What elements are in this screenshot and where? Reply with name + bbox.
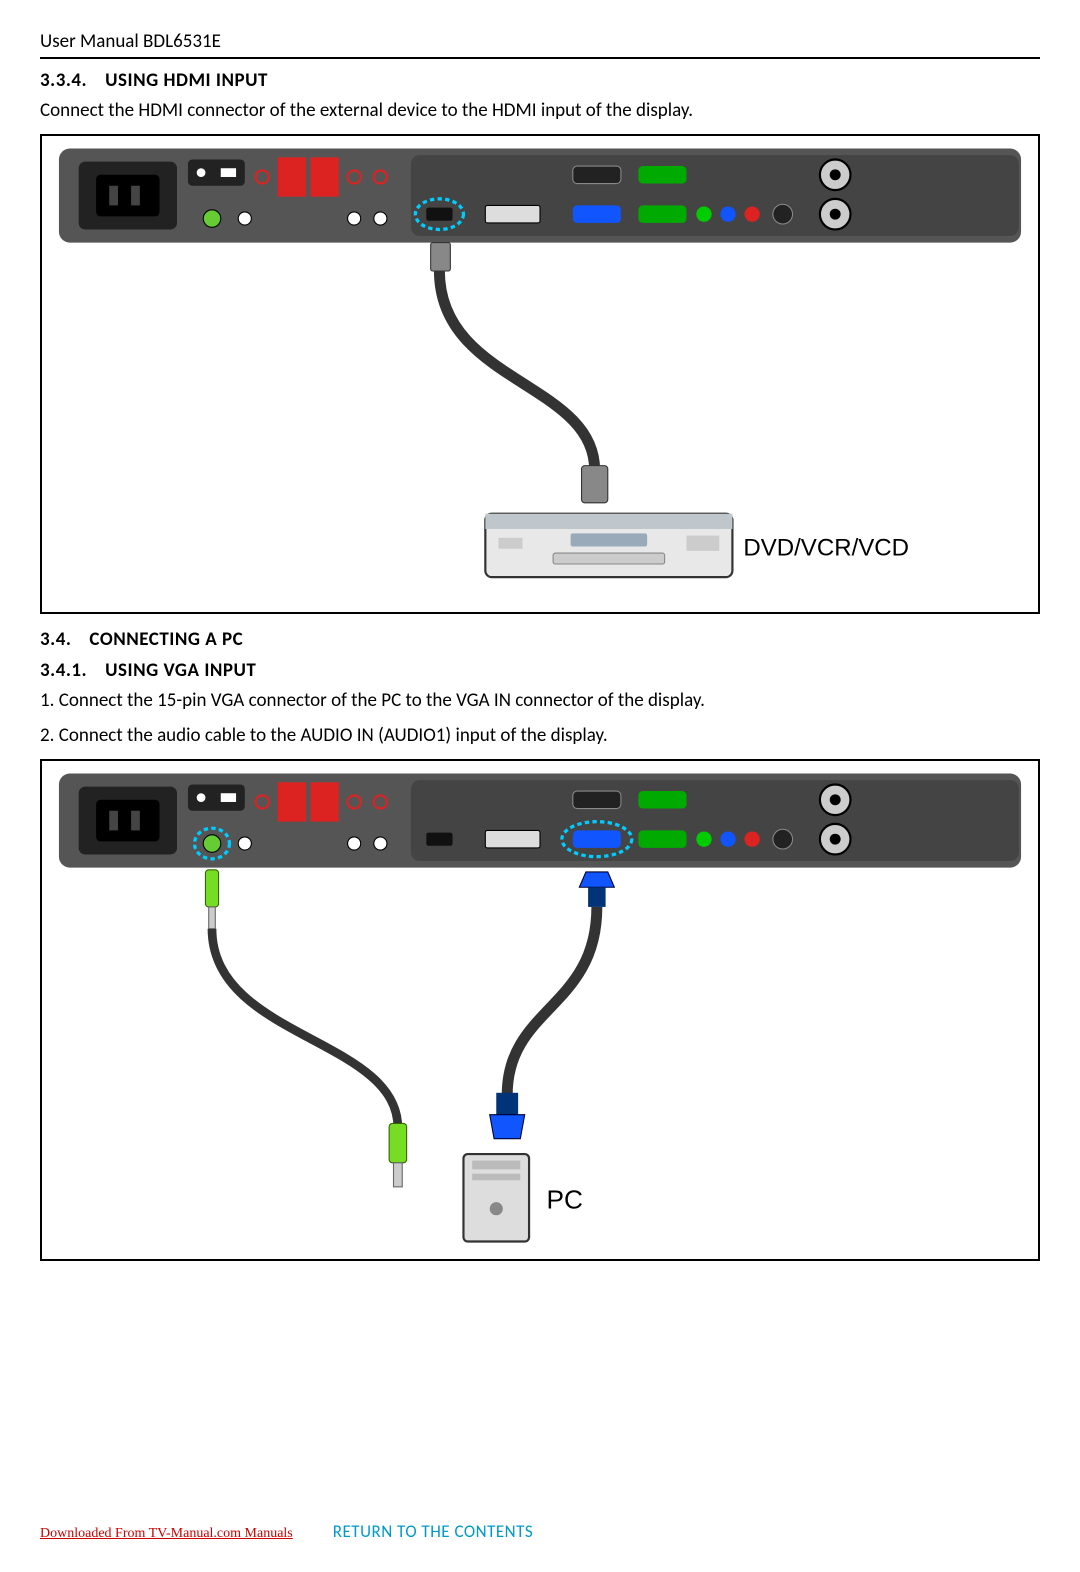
page-header: User Manual BDL6531E [40,30,1040,59]
heading-title: USING VGA INPUT [105,659,256,682]
heading-hdmi: 3.3.4. USING HDMI INPUT [40,69,1040,92]
download-source-link[interactable]: Downloaded From TV-Manual.com Manuals [40,1526,293,1542]
heading-title: CONNECTING A PC [89,628,243,651]
device-label-dvd: DVD/VCR/VCD [743,534,909,561]
heading-number: 3.4. [40,628,71,651]
hdmi-connection-svg: DVD/VCR/VCD [48,142,1032,601]
device-label-pc: PC [547,1185,583,1215]
step-1: 1. Connect the 15-pin VGA connector of t… [40,688,1040,714]
paragraph-hdmi: Connect the HDMI connector of the extern… [40,98,1040,124]
page-footer: Downloaded From TV-Manual.com Manuals RE… [40,1521,1040,1542]
heading-title: USING HDMI INPUT [105,69,268,92]
diagram-vga: PC [40,759,1040,1261]
heading-number: 3.3.4. [40,69,87,92]
return-to-contents-link[interactable]: RETURN TO THE CONTENTS [333,1521,533,1542]
diagram-hdmi: DVD/VCR/VCD [40,134,1040,614]
heading-connect-pc: 3.4. CONNECTING A PC [40,628,1040,651]
heading-vga: 3.4.1. USING VGA INPUT [40,659,1040,682]
vga-connection-svg: PC [48,767,1032,1248]
step-2: 2. Connect the audio cable to the AUDIO … [40,723,1040,749]
heading-number: 3.4.1. [40,659,87,682]
